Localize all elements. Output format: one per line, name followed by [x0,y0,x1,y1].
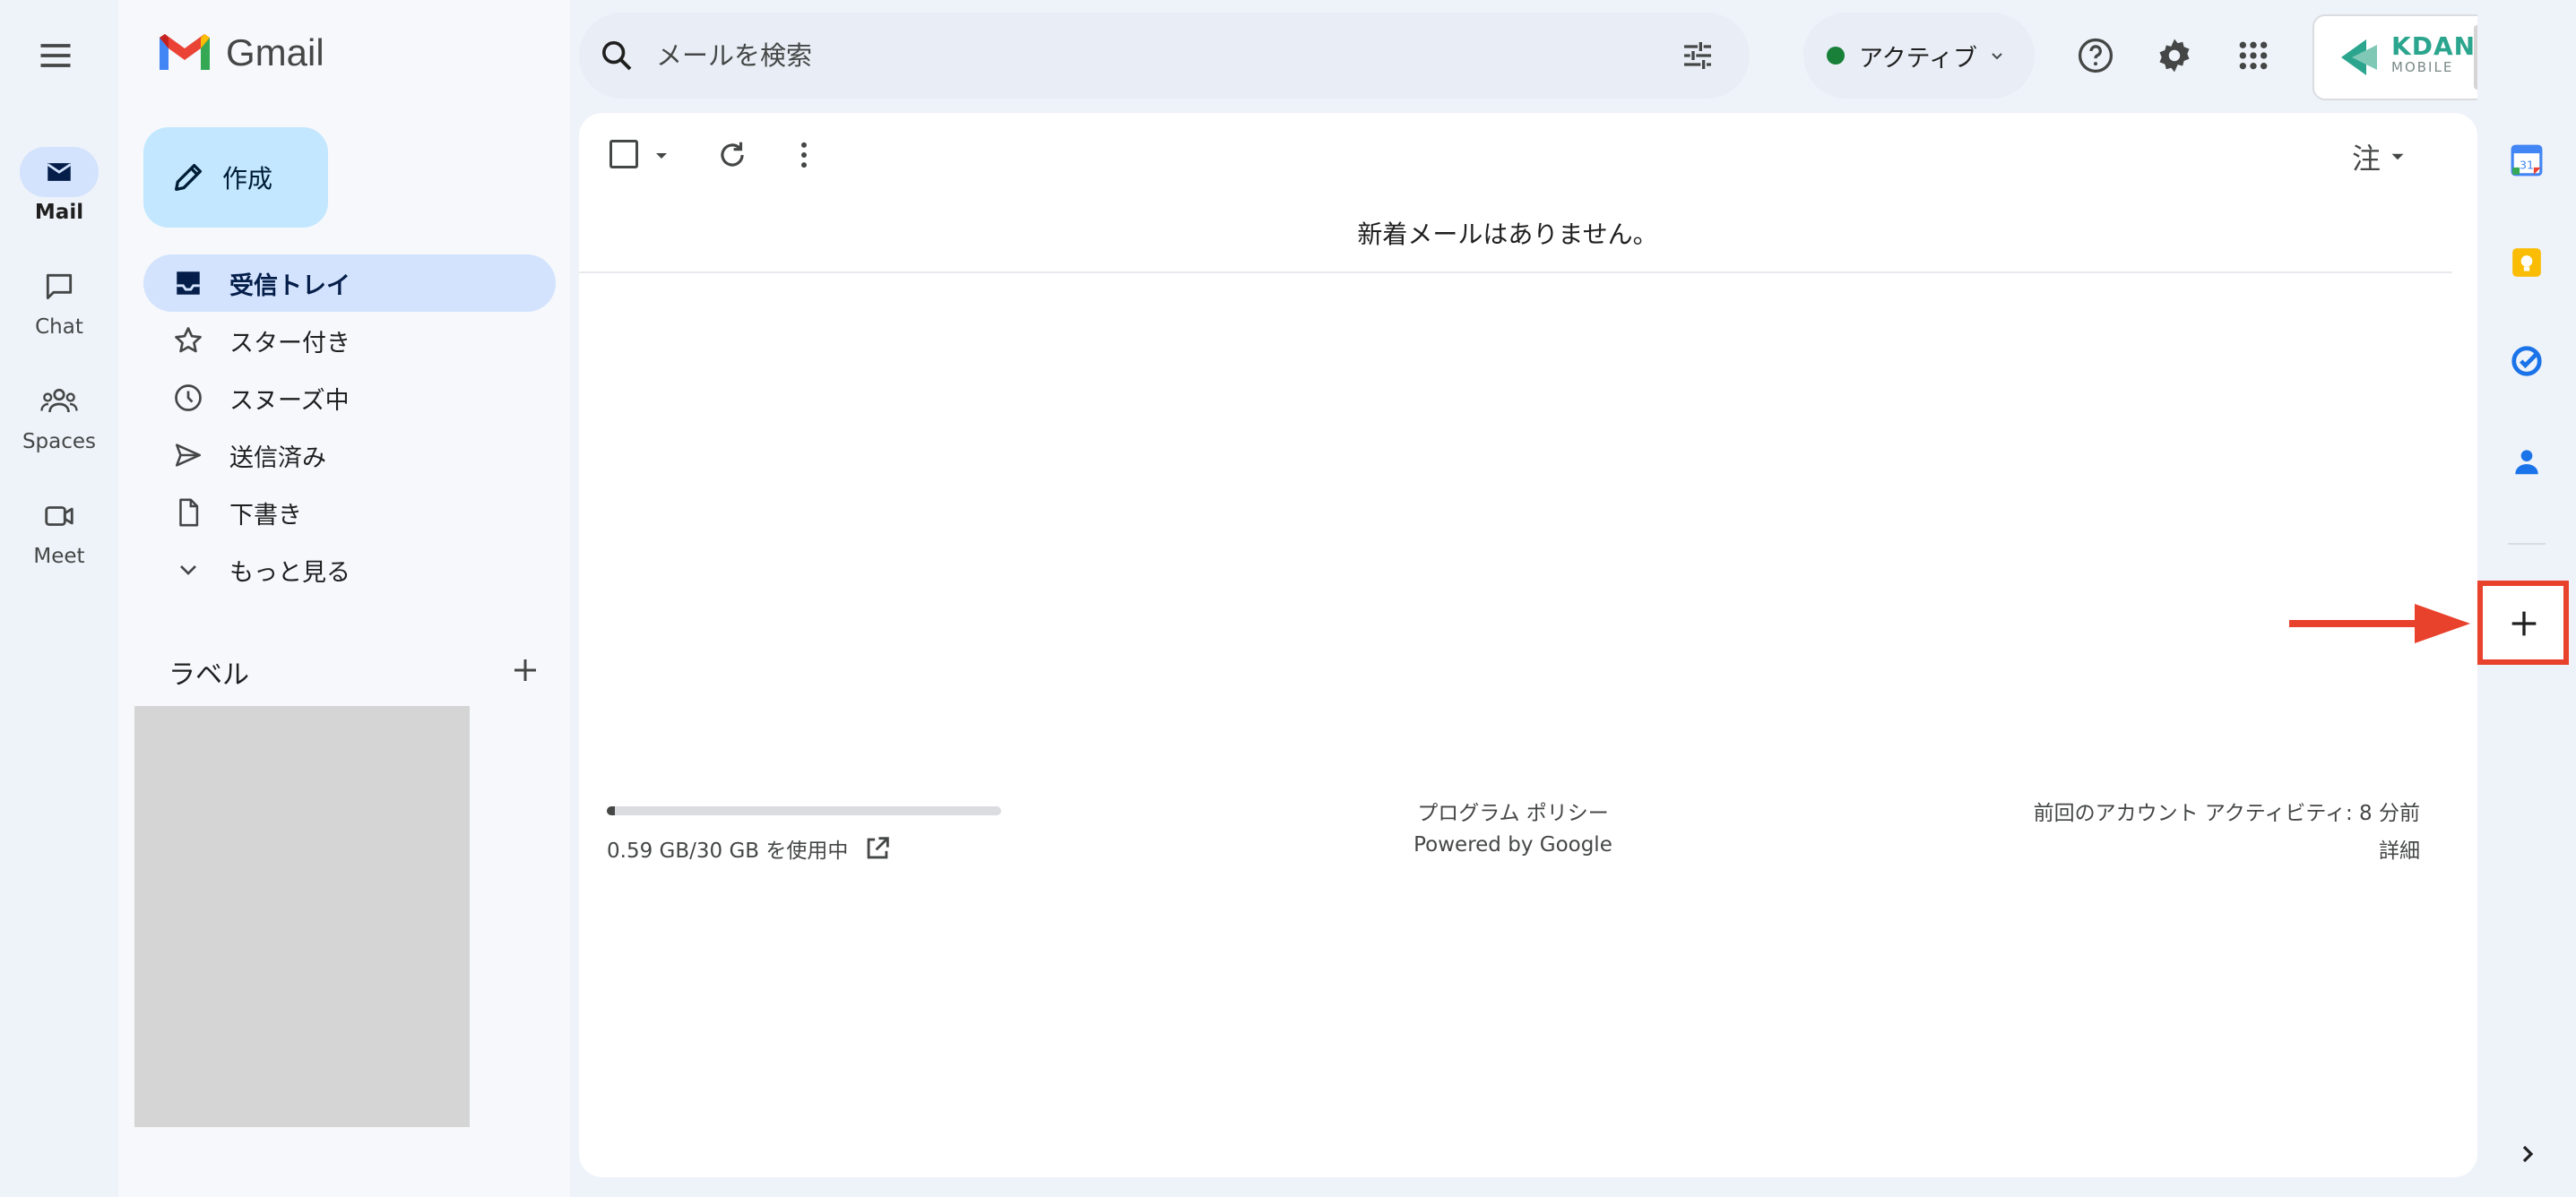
red-arrow-annotation [2289,604,2470,643]
pencil-icon [175,164,202,191]
nav-item-inbox[interactable]: 受信トレイ [143,254,556,312]
side-panel-divider [2508,543,2546,545]
nav-item-starred[interactable]: スター付き [143,312,556,369]
contacts-person-icon [2515,450,2538,475]
contacts-app-button[interactable] [2510,444,2544,478]
nav-item-snoozed[interactable]: スヌーズ中 [143,369,556,426]
last-activity-text: 前回のアカウント アクティビティ: 8 分前 [2033,802,2420,825]
rail-item-spaces[interactable]: Spaces [0,376,118,453]
program-policy-link[interactable]: プログラム ポリシー [1300,796,1726,826]
rail-item-chat[interactable]: Chat [0,262,118,339]
storage-bar [607,806,1001,815]
keep-bulb-icon [2512,248,2541,277]
show-side-panel-button[interactable] [2513,1140,2542,1168]
nav-label-inbox: 受信トレイ [229,271,350,300]
kdan-logo-main: KDAN [2391,31,2477,61]
gmail-m-icon [160,34,210,70]
activity-details-link[interactable]: 詳細 [1882,833,2420,864]
send-icon [175,443,202,467]
nav-label-sent: 送信済み [229,443,326,472]
list-divider [579,271,2452,273]
rail-label-chat: Chat [35,315,83,339]
status-selector[interactable]: アクティブ [1803,13,2035,99]
google-apps-button[interactable] [2235,38,2271,73]
select-all-checkbox[interactable] [609,140,638,168]
search-input[interactable]: メールを検索 [656,13,812,99]
apps-grid-icon [2239,41,2268,70]
plus-icon [2511,611,2537,636]
labels-heading: ラベル [169,659,249,691]
nav-label-more: もっと見る [229,558,350,587]
calendar-app-button[interactable]: 31 [2510,143,2544,177]
meet-video-icon [45,506,73,526]
kdan-logo-icon [2341,39,2377,75]
storage-bar-fill [607,806,615,815]
search-options-icon[interactable] [1680,38,1716,73]
keep-app-button[interactable] [2510,245,2544,280]
open-in-new-icon[interactable] [862,833,893,864]
spaces-icon [40,388,78,413]
empty-inbox-message: 新着メールはありません。 [1357,220,1658,249]
star-icon [175,327,202,353]
gmail-logo[interactable]: Gmail [156,30,324,75]
get-add-ons-button[interactable] [2506,606,2542,642]
gear-icon [2159,39,2190,73]
input-tools-label: 注 [2352,142,2382,176]
powered-by-text: Powered by Google [1413,833,1612,857]
rail-label-spaces: Spaces [22,430,97,453]
main-menu-icon[interactable] [36,36,75,75]
nav-label-drafts: 下書き [229,501,302,530]
chevron-down-icon [180,565,196,575]
select-dropdown-icon[interactable] [651,145,672,167]
nav-label-snoozed: スヌーズ中 [229,386,350,415]
storage-usage: 0.59 GB/30 GB を使用中 [607,833,893,864]
compose-button[interactable]: 作成 [143,127,328,228]
chat-rail-pill [20,262,99,312]
nav-label-starred: スター付き [229,329,350,357]
compose-label: 作成 [222,164,273,194]
app-title: Gmail [226,31,324,73]
inbox-icon [177,271,200,295]
tasks-check-icon [2511,346,2542,376]
nav-item-sent[interactable]: 送信済み [143,426,556,484]
kdan-logo-sub: MOBILE [2391,59,2454,75]
chevron-right-icon [2522,1145,2534,1163]
storage-usage-text: 0.59 GB/30 GB を使用中 [607,840,849,863]
chevron-down-icon [1992,53,2002,60]
app-rail: Mail Chat Spaces Meet [0,0,118,1197]
caret-down-icon [2391,153,2404,160]
nav-item-drafts[interactable]: 下書き [143,484,556,541]
meet-rail-pill [20,491,99,541]
nav-item-more[interactable]: もっと見る [143,541,556,598]
add-label-button[interactable] [509,654,541,686]
rail-label-mail: Mail [34,201,84,224]
rail-item-meet[interactable]: Meet [0,491,118,568]
status-dot [1827,47,1845,65]
support-button[interactable] [2076,36,2115,75]
search-bar[interactable]: メールを検索 [579,13,1750,99]
clock-icon [175,384,202,411]
refresh-icon[interactable] [715,138,749,172]
mail-icon [47,163,72,181]
tasks-app-button[interactable] [2510,344,2544,378]
rail-label-meet: Meet [33,545,85,568]
input-tools-button[interactable]: 注 [2352,136,2409,177]
help-icon [2078,38,2114,73]
more-vert-icon[interactable] [787,138,821,172]
spaces-rail-pill [20,376,99,426]
rail-item-mail[interactable]: Mail [0,147,118,224]
search-icon[interactable] [599,38,635,73]
calendar-icon: 31 [2511,144,2543,177]
svg-text:31: 31 [2520,159,2534,172]
plus-icon [514,659,536,681]
settings-button[interactable] [2155,36,2194,75]
status-label: アクティブ [1859,44,1978,73]
mail-rail-pill [20,147,99,197]
chat-icon [46,273,73,300]
kdan-logo-text: KDAN MOBILE [2391,34,2476,74]
redacted-labels-area [134,706,470,1127]
draft-file-icon [179,498,199,527]
